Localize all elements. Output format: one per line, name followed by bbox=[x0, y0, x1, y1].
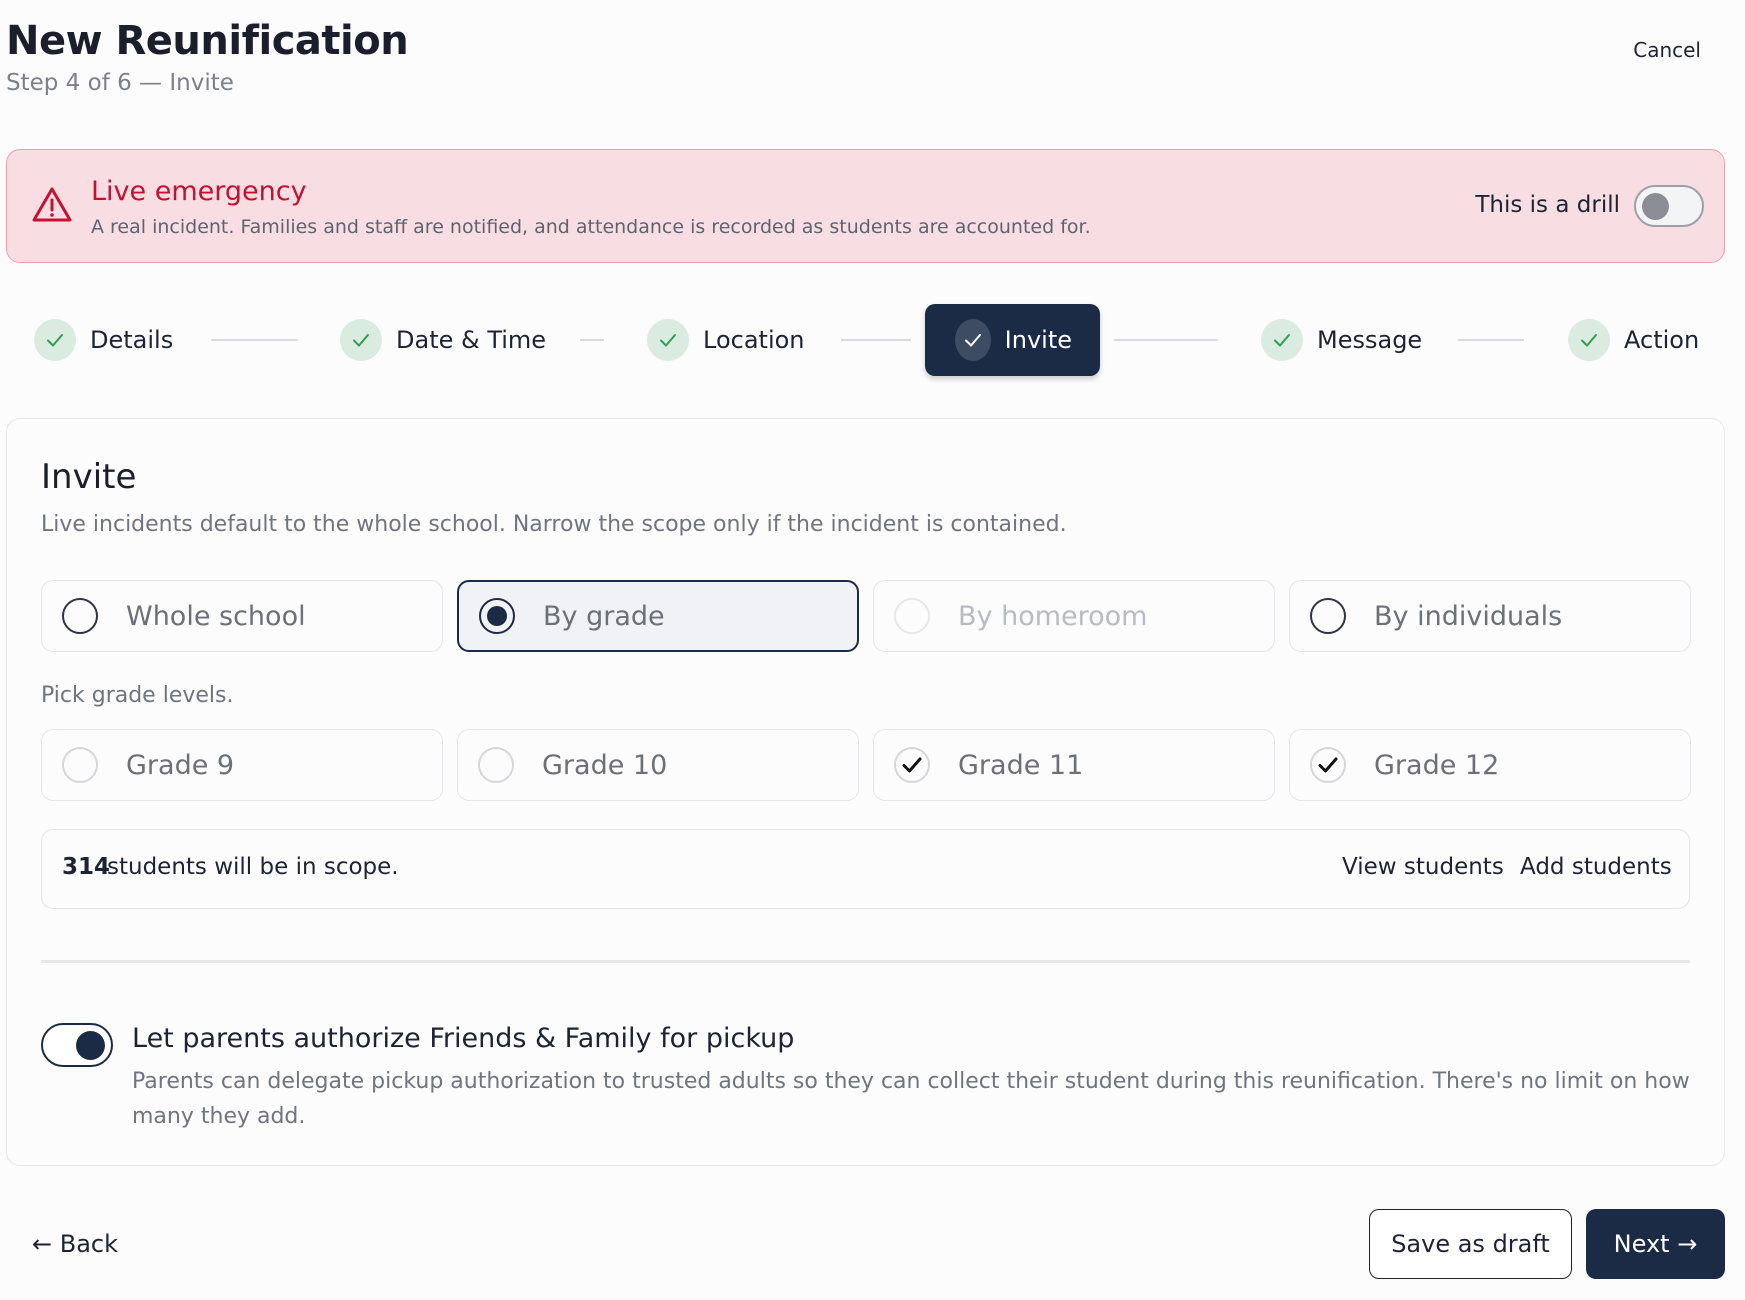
step-label: Location bbox=[703, 326, 805, 354]
checkmark-icon bbox=[902, 757, 922, 773]
grade-option-12[interactable]: Grade 12 bbox=[1289, 729, 1691, 801]
view-students-link[interactable]: View students bbox=[1342, 854, 1504, 880]
check-icon bbox=[34, 319, 76, 361]
radio-button[interactable] bbox=[62, 598, 98, 634]
option-label: Grade 12 bbox=[1374, 749, 1500, 781]
scope-option-by-individuals[interactable]: By individuals bbox=[1289, 580, 1691, 652]
banner-description: A real incident. Families and staff are … bbox=[91, 216, 1091, 238]
check-icon bbox=[955, 319, 991, 361]
grade-option-10[interactable]: Grade 10 bbox=[457, 729, 859, 801]
step-indicator: Step 4 of 6 — Invite bbox=[6, 70, 234, 96]
save-draft-button[interactable]: Save as draft bbox=[1369, 1209, 1572, 1279]
cancel-button[interactable]: Cancel bbox=[1633, 38, 1701, 62]
step-message[interactable]: Message bbox=[1261, 304, 1422, 376]
pickup-toggle-title: Let parents authorize Friends & Family f… bbox=[132, 1023, 795, 1054]
step-label: Details bbox=[90, 326, 174, 354]
checkbox[interactable] bbox=[1310, 747, 1346, 783]
option-label: Grade 11 bbox=[958, 749, 1084, 781]
option-label: Whole school bbox=[126, 600, 306, 632]
step-connector bbox=[211, 339, 298, 341]
step-date-time[interactable]: Date & Time bbox=[340, 304, 546, 376]
toggle-knob bbox=[76, 1031, 105, 1060]
section-title: Invite bbox=[41, 457, 137, 497]
live-emergency-banner: Live emergency A real incident. Families… bbox=[6, 149, 1725, 263]
scope-summary: 314 students will be in scope. View stud… bbox=[41, 829, 1690, 909]
radio-button[interactable] bbox=[479, 598, 515, 634]
step-label: Message bbox=[1317, 326, 1423, 354]
toggle-knob bbox=[1642, 193, 1669, 220]
scope-option-by-homeroom: By homeroom bbox=[873, 580, 1275, 652]
step-connector bbox=[841, 339, 911, 341]
option-label: Grade 9 bbox=[126, 749, 235, 781]
check-icon bbox=[647, 319, 689, 361]
next-button[interactable]: Next → bbox=[1586, 1209, 1725, 1279]
check-icon bbox=[1261, 319, 1303, 361]
add-students-link[interactable]: Add students bbox=[1520, 854, 1672, 880]
step-action[interactable]: Action bbox=[1568, 304, 1699, 376]
step-invite[interactable]: Invite bbox=[925, 304, 1100, 376]
pickup-toggle-description: Parents can delegate pickup authorizatio… bbox=[132, 1069, 1690, 1129]
drill-toggle-label: This is a drill bbox=[1475, 192, 1620, 218]
option-label: By grade bbox=[543, 600, 665, 632]
step-connector bbox=[1114, 339, 1218, 341]
banner-title: Live emergency bbox=[91, 176, 307, 207]
scope-option-by-grade[interactable]: By grade bbox=[457, 580, 859, 652]
section-divider bbox=[41, 960, 1690, 963]
friends-family-pickup-toggle[interactable] bbox=[41, 1023, 113, 1067]
radio-button bbox=[894, 598, 930, 634]
scope-option-whole-school[interactable]: Whole school bbox=[41, 580, 443, 652]
radio-button[interactable] bbox=[1310, 598, 1346, 634]
page-title: New Reunification bbox=[6, 18, 409, 64]
student-count: 314 bbox=[62, 854, 111, 880]
check-icon bbox=[340, 319, 382, 361]
warning-triangle-icon bbox=[32, 187, 72, 222]
option-label: By homeroom bbox=[958, 600, 1148, 632]
drill-toggle[interactable] bbox=[1634, 185, 1704, 227]
wizard-stepper: Details Date & Time Location Invite Mess… bbox=[0, 304, 1745, 376]
step-details[interactable]: Details bbox=[34, 304, 173, 376]
checkbox[interactable] bbox=[478, 747, 514, 783]
page-header: New Reunification Step 4 of 6 — Invite C… bbox=[6, 18, 1745, 108]
step-connector bbox=[1458, 339, 1524, 341]
step-location[interactable]: Location bbox=[647, 304, 805, 376]
checkmark-icon bbox=[1318, 757, 1338, 773]
step-connector bbox=[580, 339, 604, 341]
step-label: Invite bbox=[1004, 326, 1072, 354]
check-icon bbox=[1568, 319, 1610, 361]
section-description: Live incidents default to the whole scho… bbox=[41, 512, 1067, 537]
grade-option-9[interactable]: Grade 9 bbox=[41, 729, 443, 801]
step-label: Action bbox=[1624, 326, 1700, 354]
checkbox[interactable] bbox=[894, 747, 930, 783]
option-label: By individuals bbox=[1374, 600, 1563, 632]
grade-prompt: Pick grade levels. bbox=[41, 683, 234, 708]
scope-summary-text: students will be in scope. bbox=[107, 854, 399, 880]
step-label: Date & Time bbox=[396, 326, 547, 354]
option-label: Grade 10 bbox=[542, 749, 668, 781]
grade-option-11[interactable]: Grade 11 bbox=[873, 729, 1275, 801]
invite-card: Invite Live incidents default to the who… bbox=[6, 418, 1725, 1166]
checkbox[interactable] bbox=[62, 747, 98, 783]
back-button[interactable]: ← Back bbox=[32, 1230, 118, 1258]
